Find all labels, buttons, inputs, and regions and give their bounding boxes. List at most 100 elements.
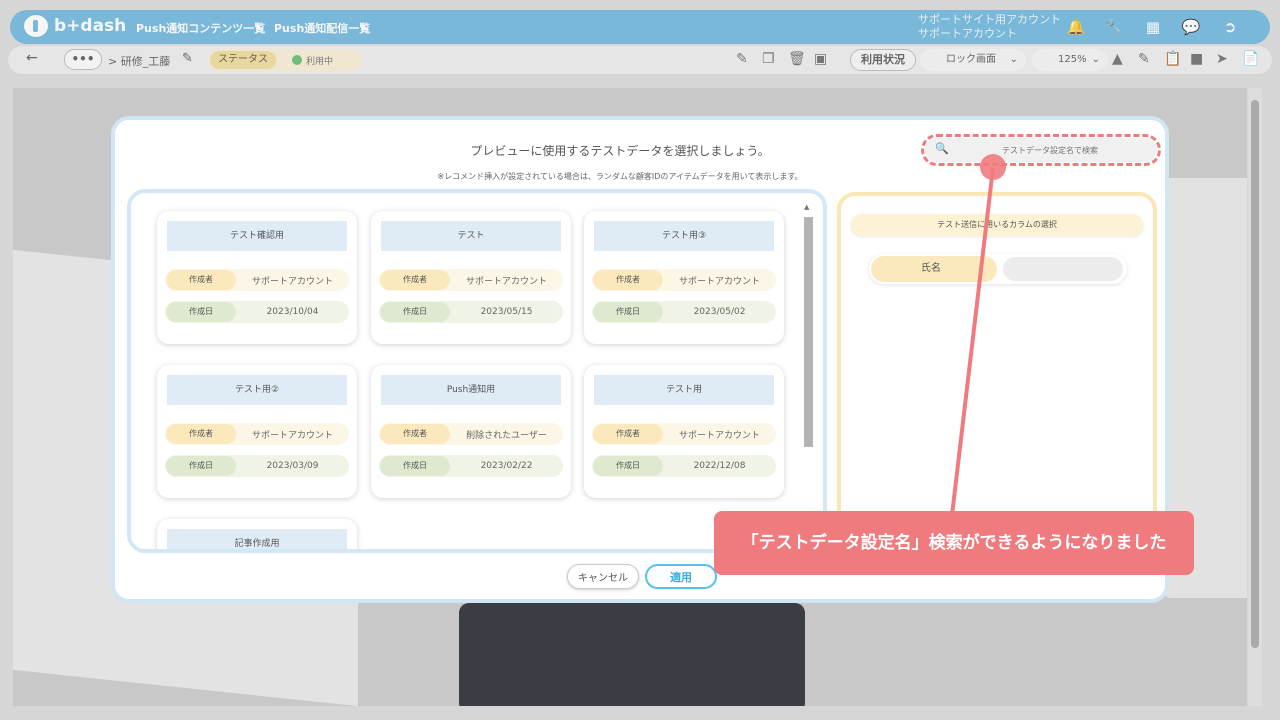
test-data-list: テスト確認用 作成者 サポートアカウント 作成日 2023/10/04 テスト 作成… bbox=[127, 189, 827, 553]
status-badge: ステータス 利用中 bbox=[208, 49, 362, 71]
zoom-select[interactable]: 125% ⌄ bbox=[1032, 49, 1108, 71]
list-scroll-thumb[interactable] bbox=[804, 217, 813, 447]
page-scrollbar[interactable] bbox=[1248, 88, 1262, 706]
date-value: 2022/12/08 bbox=[693, 461, 746, 471]
creator-value: サポートアカウント bbox=[465, 276, 547, 287]
column-name: 氏名 bbox=[871, 256, 997, 282]
account-user: サポートアカウント bbox=[918, 27, 1017, 40]
date-row: 作成日 2023/05/02 bbox=[592, 301, 776, 323]
column-row: 氏名 bbox=[869, 254, 1127, 284]
logo-icon bbox=[24, 15, 48, 37]
creator-label: 作成者 bbox=[166, 270, 236, 290]
device-view-value: ロック画面 bbox=[946, 54, 996, 65]
card-title: テスト確認用 bbox=[167, 221, 347, 251]
edit-icon[interactable]: ✎ bbox=[736, 51, 748, 67]
date-label: 作成日 bbox=[166, 456, 236, 476]
nav-push-contents[interactable]: Push通知コンテンツ一覧 bbox=[136, 20, 265, 36]
test-data-card[interactable]: テスト用③ 作成者 サポートアカウント 作成日 2023/05/02 bbox=[584, 211, 784, 344]
chat-icon[interactable]: 💬 bbox=[1181, 17, 1201, 37]
creator-value: サポートアカウント bbox=[678, 276, 760, 287]
usage-button[interactable]: 利用状況 bbox=[850, 49, 916, 71]
nav-push-deliveries[interactable]: Push通知配信一覧 bbox=[274, 20, 370, 36]
user-card-icon[interactable]: ■ bbox=[1190, 51, 1203, 67]
card-title: テスト bbox=[381, 221, 561, 251]
test-data-card[interactable]: 記事作成用 bbox=[157, 519, 357, 549]
page-scroll-thumb[interactable] bbox=[1251, 100, 1259, 648]
date-label: 作成日 bbox=[380, 302, 450, 322]
chevron-down-icon: ⌄ bbox=[1009, 54, 1018, 65]
status-value-text: 利用中 bbox=[306, 56, 334, 67]
archive-icon[interactable]: ▣ bbox=[814, 51, 827, 67]
date-row: 作成日 2023/02/22 bbox=[379, 455, 563, 477]
android-icon[interactable]: ▲ bbox=[1112, 51, 1123, 67]
grid-icon[interactable]: ▦ bbox=[1143, 17, 1163, 37]
trash-icon[interactable]: 🗑 bbox=[788, 51, 806, 67]
date-label: 作成日 bbox=[593, 302, 663, 322]
editor-toolbar: ← ••• > 研修_工藤 ✎ ステータス 利用中 ✎ ❐ 🗑 ▣ 利用状況 ロ… bbox=[8, 46, 1272, 74]
test-data-card[interactable]: テスト 作成者 サポートアカウント 作成日 2023/05/15 bbox=[371, 211, 571, 344]
creator-value: 削除されたユーザー bbox=[466, 430, 547, 441]
device-view-select[interactable]: ロック画面 ⌄ bbox=[920, 49, 1026, 71]
more-button[interactable]: ••• bbox=[64, 49, 102, 70]
chevron-down-icon: ⌄ bbox=[1091, 54, 1100, 65]
column-value-input[interactable] bbox=[1003, 257, 1123, 281]
test-data-card[interactable]: Push通知用 作成者 削除されたユーザー 作成日 2023/02/22 bbox=[371, 365, 571, 498]
creator-row: 作成者 サポートアカウント bbox=[165, 423, 349, 445]
date-value: 2023/02/22 bbox=[480, 461, 533, 471]
copy-icon[interactable]: ❐ bbox=[762, 51, 775, 67]
logo[interactable]: b+dash bbox=[24, 15, 126, 37]
modal-note: ※レコメンド挿入が設定されている場合は、ランダムな顧客IDのアイテムデータを用い… bbox=[437, 172, 803, 181]
column-panel-title: テスト送信に用いるカラムの選択 bbox=[851, 214, 1143, 236]
creator-value: サポートアカウント bbox=[678, 430, 760, 441]
status-label: ステータス bbox=[210, 51, 276, 69]
annotation-pointer-dot bbox=[980, 154, 1006, 180]
creator-row: 作成者 サポートアカウント bbox=[592, 423, 776, 445]
logout-icon[interactable]: ➲ bbox=[1220, 17, 1240, 37]
date-row: 作成日 2022/12/08 bbox=[592, 455, 776, 477]
search-box[interactable]: 🔍 bbox=[921, 134, 1161, 166]
cancel-button[interactable]: キャンセル bbox=[567, 564, 639, 589]
send-icon[interactable]: ➤ bbox=[1216, 51, 1228, 67]
date-row: 作成日 2023/10/04 bbox=[165, 301, 349, 323]
wrench-icon[interactable]: 🔧 bbox=[1104, 17, 1124, 37]
date-label: 作成日 bbox=[380, 456, 450, 476]
pen-icon[interactable]: ✎ bbox=[1138, 51, 1150, 67]
document-icon[interactable]: 📄 bbox=[1242, 51, 1259, 67]
creator-label: 作成者 bbox=[380, 424, 450, 444]
creator-label: 作成者 bbox=[593, 424, 663, 444]
test-data-card[interactable]: テスト確認用 作成者 サポートアカウント 作成日 2023/10/04 bbox=[157, 211, 357, 344]
creator-label: 作成者 bbox=[380, 270, 450, 290]
date-label: 作成日 bbox=[593, 456, 663, 476]
creator-row: 作成者 サポートアカウント bbox=[592, 269, 776, 291]
back-arrow-icon[interactable]: ← bbox=[26, 50, 38, 66]
date-value: 2023/05/15 bbox=[480, 307, 533, 317]
account-info[interactable]: サポートサイト用アカウント サポートアカウント bbox=[918, 13, 1061, 41]
search-icon: 🔍 bbox=[935, 142, 949, 155]
card-title: テスト用③ bbox=[594, 221, 774, 251]
creator-row: 作成者 サポートアカウント bbox=[379, 269, 563, 291]
column-select-panel: テスト送信に用いるカラムの選択 氏名 bbox=[837, 192, 1157, 556]
test-data-card[interactable]: テスト用② 作成者 サポートアカウント 作成日 2023/03/09 bbox=[157, 365, 357, 498]
date-row: 作成日 2023/03/09 bbox=[165, 455, 349, 477]
card-title: Push通知用 bbox=[381, 375, 561, 405]
phone-shape bbox=[459, 603, 805, 706]
card-title: テスト用 bbox=[594, 375, 774, 405]
breadcrumb: > 研修_工藤 bbox=[108, 55, 171, 68]
date-row: 作成日 2023/05/15 bbox=[379, 301, 563, 323]
clipboard-icon[interactable]: 📋 bbox=[1164, 51, 1181, 67]
creator-value: サポートアカウント bbox=[251, 276, 333, 287]
apply-button[interactable]: 適用 bbox=[645, 564, 717, 589]
creator-value: サポートアカウント bbox=[251, 430, 333, 441]
date-label: 作成日 bbox=[166, 302, 236, 322]
date-value: 2023/03/09 bbox=[266, 461, 319, 471]
scroll-up-icon[interactable]: ▲ bbox=[804, 203, 809, 211]
bell-icon[interactable]: 🔔 bbox=[1066, 17, 1086, 37]
rename-pencil-icon[interactable]: ✎ bbox=[182, 51, 193, 66]
status-value: 利用中 bbox=[292, 54, 333, 67]
app-header: b+dash Push通知コンテンツ一覧 Push通知配信一覧 サポートサイト用… bbox=[10, 10, 1270, 44]
list-scrollbar[interactable]: ▲ bbox=[803, 203, 813, 543]
test-data-card[interactable]: テスト用 作成者 サポートアカウント 作成日 2022/12/08 bbox=[584, 365, 784, 498]
date-value: 2023/05/02 bbox=[693, 307, 746, 317]
logo-text: b+dash bbox=[54, 16, 127, 36]
creator-row: 作成者 サポートアカウント bbox=[165, 269, 349, 291]
